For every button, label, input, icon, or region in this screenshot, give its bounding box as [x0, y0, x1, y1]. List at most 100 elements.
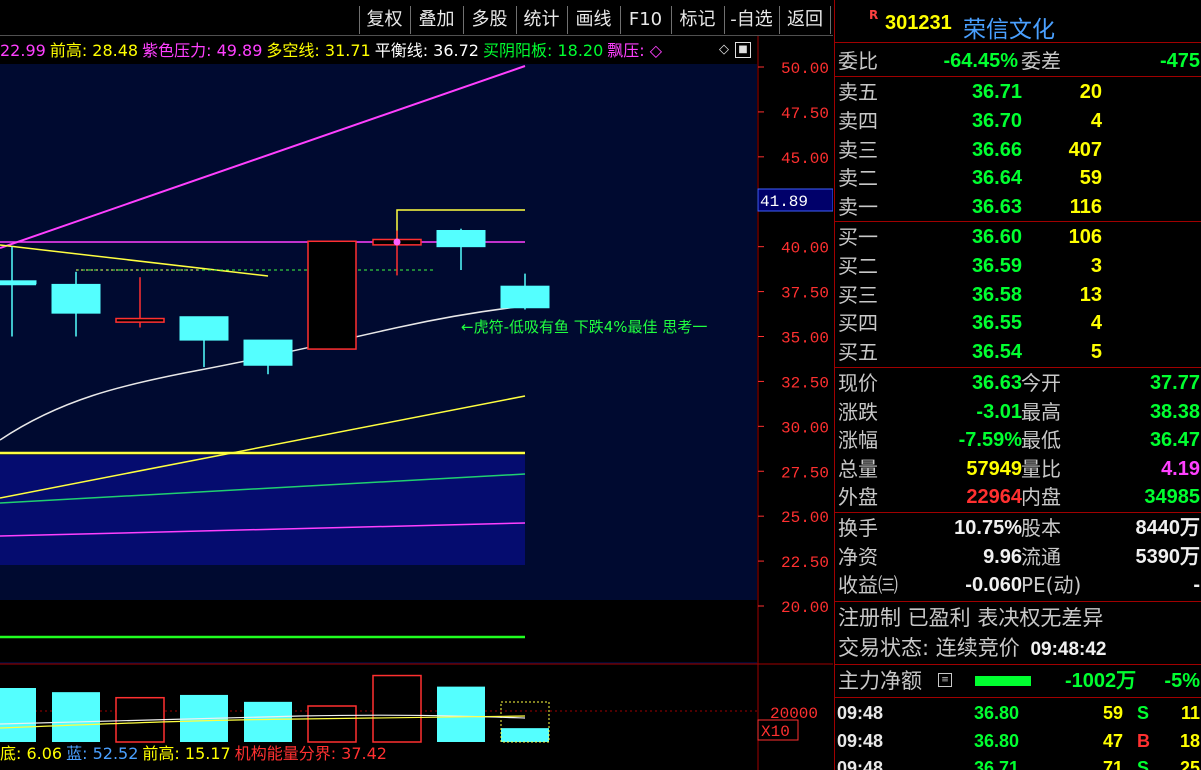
sell-level-row[interactable]: 卖三 36.66 407: [835, 136, 1201, 164]
candle-body: [436, 229, 486, 248]
tick-volume: 71: [1102, 758, 1123, 770]
divider: [835, 221, 1201, 222]
stock-code: 301231: [885, 12, 952, 34]
fundamental-label: 股本: [1021, 516, 1061, 540]
main-force-detail-icon[interactable]: ≡: [938, 673, 952, 687]
indicator-pin-icon[interactable]: ◇: [716, 42, 732, 58]
level-price: 36.66: [971, 138, 1022, 161]
registration-note: 注册制 已盈利 表决权无差异: [838, 606, 1104, 630]
quote-value: 38.38: [1149, 400, 1200, 423]
support-band: [0, 455, 525, 565]
buy-level-row[interactable]: 买四 36.55 4: [835, 309, 1201, 337]
wei-bi-row: 委比 -64.45% 委差 -475: [835, 47, 1201, 75]
quote-label: 内盘: [1021, 485, 1061, 510]
indicator-value: 前高: 28.48: [49, 41, 139, 60]
statistics-button[interactable]: 统计: [516, 6, 566, 34]
divider: [835, 367, 1201, 368]
divider: [835, 512, 1201, 513]
remove-favorite-button[interactable]: -自选: [724, 6, 778, 34]
quote-label: 总量: [838, 456, 878, 481]
main-force-label: 主力净额: [838, 669, 922, 693]
quote-label: 现价: [838, 371, 878, 395]
indicator-header: 22.99 前高: 28.48 紫色压力: 49.89 多空线: 31.71 平衡线: …: [0, 38, 666, 64]
tick-side: S: [1137, 758, 1150, 770]
level-label: 卖二: [838, 166, 878, 191]
level-volume: 407: [1068, 138, 1102, 161]
level-label: 卖一: [838, 195, 878, 220]
level-volume: 4: [1090, 312, 1102, 335]
stock-name[interactable]: 荣信文化: [963, 10, 1055, 44]
quote-value: 57949: [966, 457, 1022, 480]
overlay-button[interactable]: 叠加: [410, 6, 462, 34]
indicator-value: 22.99: [0, 41, 46, 60]
volume-indicator-footer: 底: 6.06 蓝: 52.52 前高: 15.17 机构能量分界: 37.42: [0, 742, 391, 766]
level-price: 36.55: [971, 312, 1022, 335]
volume-bar: [244, 701, 292, 742]
quote-row: 涨幅 -7.59% 最低 36.47: [835, 426, 1201, 454]
candle-body: [500, 285, 550, 309]
toolbar-divider: [0, 35, 833, 36]
y-axis-label: 22.50: [781, 554, 829, 572]
kline-chart-svg[interactable]: ←虎符-低吸有鱼 下跌4%最佳 思考一 50.00 47.50 45.00 40.00 3…: [0, 0, 833, 770]
sell-level-row[interactable]: 卖五 36.71 20: [835, 78, 1201, 106]
candle-body: [307, 240, 357, 350]
quote-value: 36.63: [971, 372, 1022, 394]
y-axis-label: 35.00: [781, 330, 829, 348]
main-force-row: 主力净额 ≡ -1002万 -5%: [835, 666, 1201, 696]
indicator-value: 平衡线: 36.72: [374, 41, 479, 60]
quote-label: 量比: [1021, 456, 1061, 481]
quote-row: 外盘 22964 内盘 34985: [835, 483, 1201, 511]
sell-level-row[interactable]: 卖一 36.63 116: [835, 193, 1201, 221]
stock-header: R 301231 荣信文化: [835, 4, 1201, 43]
level-label: 买二: [838, 253, 878, 278]
tick-time: 09:48: [837, 703, 884, 723]
volume-indicator-value: 蓝: 52.52: [66, 744, 139, 763]
tick-side: S: [1137, 703, 1150, 723]
kline-chart[interactable]: ←虎符-低吸有鱼 下跌4%最佳 思考一 50.00 47.50 45.00 40.00 3…: [0, 0, 833, 770]
back-button[interactable]: 返回: [779, 6, 831, 34]
y-axis-label: 47.50: [781, 105, 829, 123]
fundamental-label: 换手: [838, 516, 878, 540]
level-price: 36.60: [971, 226, 1022, 248]
sell-level-row[interactable]: 卖二 36.64 59: [835, 164, 1201, 192]
y-axis-label: 45.00: [781, 150, 829, 168]
f10-button[interactable]: F10: [620, 6, 670, 34]
tick-row: 09:48 36.80 47 B 18: [835, 728, 1201, 755]
divider: [835, 76, 1201, 77]
divider: [835, 664, 1201, 665]
candle-body: [51, 283, 101, 314]
signal-marker: [393, 238, 401, 246]
y-axis-label: 40.00: [781, 240, 829, 258]
draw-line-button[interactable]: 画线: [567, 6, 619, 34]
level-price: 36.63: [971, 196, 1022, 219]
volume-bar: [307, 705, 357, 743]
y-axis-label: 37.50: [781, 285, 829, 303]
indicator-toggle-icon[interactable]: ■: [735, 42, 751, 58]
quote-value: -7.59%: [958, 429, 1022, 452]
quote-row: 总量 57949 量比 4.19: [835, 455, 1201, 483]
multi-stock-button[interactable]: 多股: [463, 6, 515, 34]
buy-level-row[interactable]: 买二 36.59 3: [835, 252, 1201, 280]
tick-row: 09:48 36.71 71 S 25: [835, 755, 1201, 770]
tick-count: 11: [1180, 703, 1200, 723]
level-volume: 59: [1079, 167, 1102, 190]
tick-price: 36.80: [973, 730, 1019, 751]
candle-body: [179, 316, 229, 341]
wei-bi-value: -64.45%: [943, 50, 1019, 72]
y-axis-label: 20.00: [781, 599, 829, 617]
main-force-value: -1002万: [1065, 670, 1137, 692]
buy-level-row[interactable]: 买五 36.54 5: [835, 338, 1201, 366]
sell-level-row[interactable]: 卖四 36.70 4: [835, 107, 1201, 135]
buy-level-row[interactable]: 买一 36.60 106: [835, 223, 1201, 251]
fundamental-value: 9.96: [983, 545, 1022, 568]
level-label: 买一: [838, 225, 878, 249]
volume-bar: [437, 686, 485, 742]
y-axis-label: 32.50: [781, 374, 829, 392]
indicator-value: 买阴阳板: 18.20: [483, 41, 604, 60]
quote-panel: R 301231 荣信文化 委比 -64.45% 委差 -475 卖五 36.71…: [834, 0, 1201, 770]
chart-lower-background: [0, 600, 757, 662]
registration-badge: R: [869, 8, 879, 22]
restore-rights-button[interactable]: 复权: [359, 6, 409, 34]
buy-level-row[interactable]: 买三 36.58 13: [835, 281, 1201, 309]
mark-button[interactable]: 标记: [671, 6, 723, 34]
